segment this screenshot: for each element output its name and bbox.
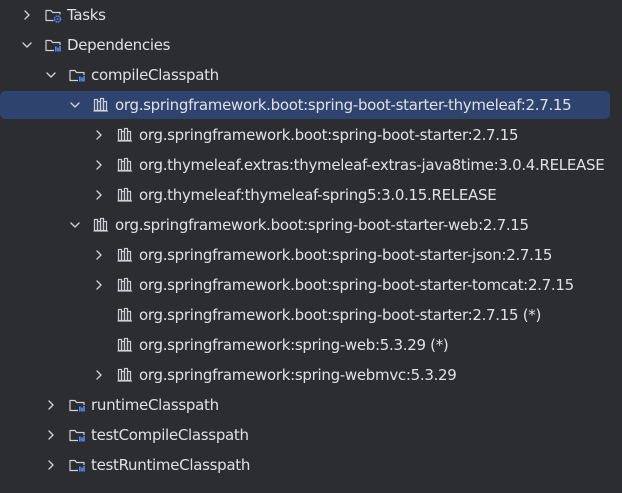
- library-folder-icon: [68, 456, 86, 474]
- tree-row-test-compile-classpath[interactable]: testCompileClasspath: [0, 420, 622, 450]
- tree-label: Dependencies: [67, 36, 171, 54]
- library-folder-icon: [44, 36, 62, 54]
- tree-label: Tasks: [67, 6, 106, 24]
- chevron-right-icon[interactable]: [92, 158, 106, 172]
- tree-row-compile-classpath[interactable]: compileClasspath: [0, 60, 622, 90]
- gear-folder-icon: [44, 6, 62, 24]
- library-folder-icon: [68, 426, 86, 444]
- tree-row-thymeleaf-spring5[interactable]: org.thymeleaf:thymeleaf-spring5:3.0.15.R…: [0, 180, 622, 210]
- tree-label: org.springframework.boot:spring-boot-sta…: [139, 246, 553, 264]
- tree-row-dependencies[interactable]: Dependencies: [0, 30, 622, 60]
- tree-label: org.thymeleaf:thymeleaf-spring5:3.0.15.R…: [139, 186, 497, 204]
- library-icon: [92, 96, 110, 114]
- tree-row-spring-web[interactable]: org.springframework:spring-web:5.3.29 (*…: [0, 330, 622, 360]
- tree-label: org.springframework.boot:spring-boot-sta…: [115, 216, 529, 234]
- chevron-down-icon[interactable]: [68, 218, 82, 232]
- chevron-down-icon[interactable]: [68, 98, 82, 112]
- tree-row-starter-thymeleaf[interactable]: org.springframework.boot:spring-boot-sta…: [0, 90, 622, 120]
- tree-label: runtimeClasspath: [91, 396, 219, 414]
- chevron-right-icon[interactable]: [20, 8, 34, 22]
- tree-row-test-runtime-classpath[interactable]: testRuntimeClasspath: [0, 450, 622, 480]
- tree-row-starter-web[interactable]: org.springframework.boot:spring-boot-sta…: [0, 210, 622, 240]
- chevron-right-icon[interactable]: [92, 368, 106, 382]
- tree-row-thymeleaf-extras[interactable]: org.thymeleaf.extras:thymeleaf-extras-ja…: [0, 150, 622, 180]
- tree-row-boot-starter[interactable]: org.springframework.boot:spring-boot-sta…: [0, 120, 622, 150]
- tree-row-starter-tomcat[interactable]: org.springframework.boot:spring-boot-sta…: [0, 270, 622, 300]
- library-folder-icon: [68, 66, 86, 84]
- library-icon: [116, 126, 134, 144]
- tree-label: org.springframework.boot:spring-boot-sta…: [139, 276, 574, 294]
- chevron-right-icon[interactable]: [92, 278, 106, 292]
- library-icon: [116, 306, 134, 324]
- tree-row-boot-starter-dup[interactable]: org.springframework.boot:spring-boot-sta…: [0, 300, 622, 330]
- tree-row-spring-webmvc[interactable]: org.springframework:spring-webmvc:5.3.29: [0, 360, 622, 390]
- chevron-down-icon[interactable]: [44, 68, 58, 82]
- chevron-right-icon[interactable]: [44, 428, 58, 442]
- chevron-right-icon[interactable]: [92, 248, 106, 262]
- library-icon: [116, 156, 134, 174]
- tree-label: org.springframework.boot:spring-boot-sta…: [139, 126, 519, 144]
- tree-label: org.springframework:spring-web:5.3.29 (*…: [139, 336, 449, 354]
- library-icon: [116, 186, 134, 204]
- chevron-right-icon[interactable]: [44, 398, 58, 412]
- library-folder-icon: [68, 396, 86, 414]
- tree-label: testRuntimeClasspath: [91, 456, 251, 474]
- tree-label: org.thymeleaf.extras:thymeleaf-extras-ja…: [139, 156, 605, 174]
- chevron-down-icon[interactable]: [20, 38, 34, 52]
- dependency-tree: Tasks Dependencies compileClasspath org.…: [0, 0, 622, 493]
- tree-row-runtime-classpath[interactable]: runtimeClasspath: [0, 390, 622, 420]
- library-icon: [116, 276, 134, 294]
- chevron-right-icon[interactable]: [92, 128, 106, 142]
- tree-label: org.springframework.boot:spring-boot-sta…: [115, 96, 572, 114]
- tree-label: org.springframework:spring-webmvc:5.3.29: [139, 366, 457, 384]
- library-icon: [116, 246, 134, 264]
- tree-label: compileClasspath: [91, 66, 219, 84]
- tree-row-tasks[interactable]: Tasks: [0, 0, 622, 30]
- tree-row-starter-json[interactable]: org.springframework.boot:spring-boot-sta…: [0, 240, 622, 270]
- library-icon: [116, 336, 134, 354]
- tree-label: testCompileClasspath: [91, 426, 249, 444]
- chevron-right-icon[interactable]: [44, 458, 58, 472]
- library-icon: [92, 216, 110, 234]
- library-icon: [116, 366, 134, 384]
- tree-label: org.springframework.boot:spring-boot-sta…: [139, 306, 542, 324]
- chevron-right-icon[interactable]: [92, 188, 106, 202]
